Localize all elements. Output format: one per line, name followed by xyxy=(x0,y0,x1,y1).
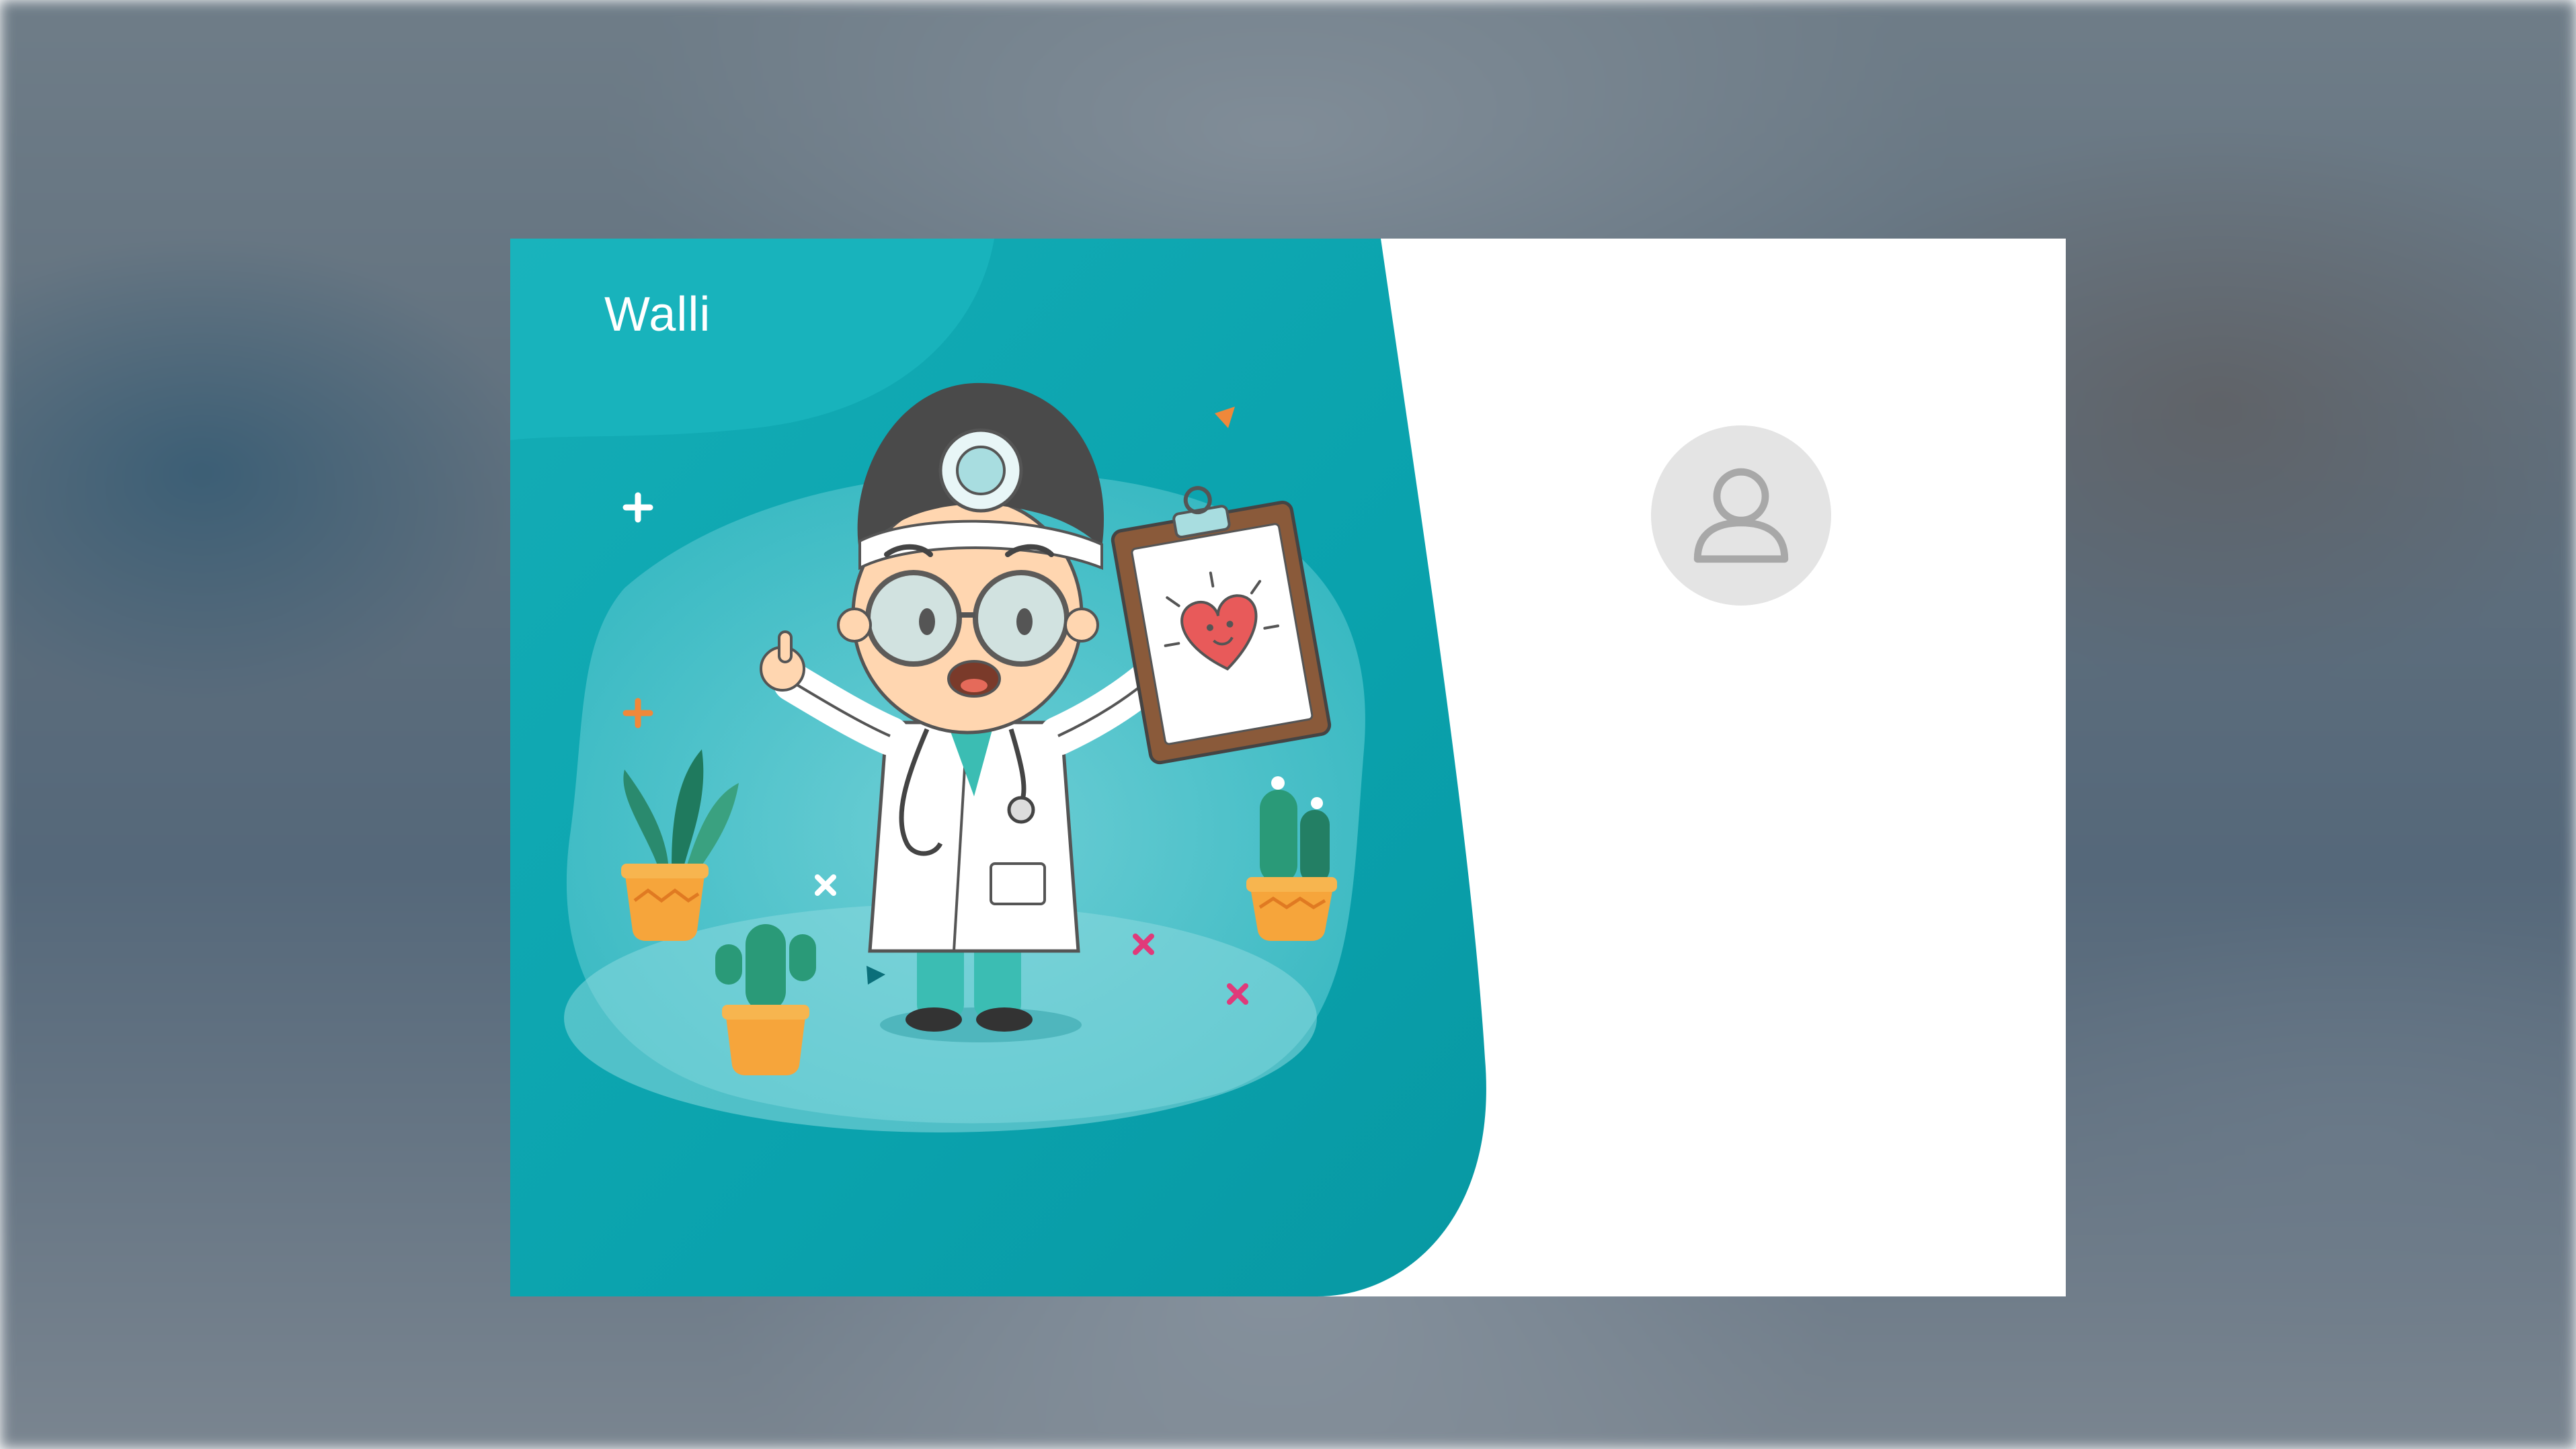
account-avatar[interactable] xyxy=(1651,425,1831,606)
teal-illustration-panel xyxy=(510,239,1486,1296)
login-card: Walli xyxy=(510,239,2066,1296)
user-icon xyxy=(1693,468,1789,563)
brand-logo-text: Walli xyxy=(604,288,711,341)
